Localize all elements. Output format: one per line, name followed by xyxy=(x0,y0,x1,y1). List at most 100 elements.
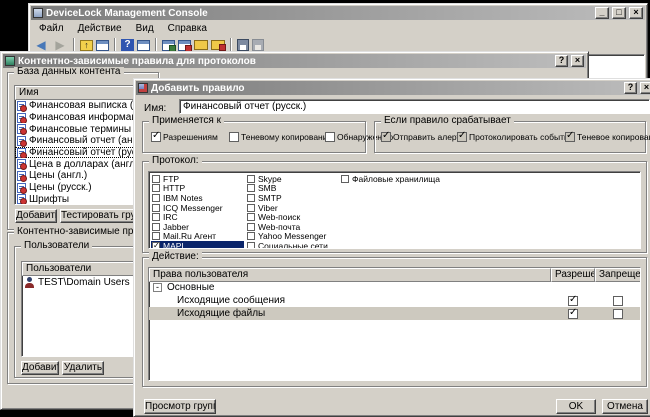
ok-button[interactable]: OK xyxy=(556,399,596,414)
rights-column-header[interactable]: Права пользователя xyxy=(149,268,551,282)
checkbox-icon[interactable] xyxy=(565,132,575,142)
menu-action[interactable]: Действие xyxy=(71,23,129,34)
open-folder-icon[interactable] xyxy=(194,40,208,50)
view-group-button[interactable]: Просмотр группы xyxy=(144,399,216,414)
menu-view[interactable]: Вид xyxy=(129,23,161,34)
show-window-icon[interactable] xyxy=(96,40,109,51)
rule-name-input[interactable] xyxy=(179,99,650,114)
allowed-checkbox[interactable] xyxy=(568,309,578,319)
trigger-option-shadow-copy[interactable]: Теневое копирование xyxy=(565,132,650,142)
protocol-item[interactable]: Web-поиск xyxy=(246,212,358,222)
up-one-level-icon[interactable]: ↑ xyxy=(80,40,93,51)
action-group: Действие: Права пользователя Разрешено З… xyxy=(142,257,647,387)
help-button[interactable]: ? xyxy=(555,55,568,67)
add-content-group-button[interactable]: Добавить xyxy=(15,209,57,223)
load-rules-icon[interactable] xyxy=(211,40,225,50)
save-icon[interactable] xyxy=(237,39,249,51)
console-titlebar[interactable]: DeviceLock Management Console _ □ × xyxy=(31,6,645,20)
users-list-header[interactable]: Пользователи xyxy=(22,262,134,276)
protocol-item[interactable]: HTTP xyxy=(151,184,244,194)
close-button[interactable]: × xyxy=(571,55,584,67)
denied-checkbox[interactable] xyxy=(613,296,623,306)
protocol-item[interactable]: Социальные сети xyxy=(246,241,358,249)
users-group: Пользователи Пользователи TEST\Domain Us… xyxy=(14,246,148,378)
dialog-app-icon xyxy=(138,83,148,93)
cancel-button[interactable]: Отмена xyxy=(602,399,648,414)
protocol-checkbox[interactable] xyxy=(152,223,160,231)
protocol-item[interactable]: ICQ Messenger xyxy=(151,203,244,213)
protocol-checkbox[interactable] xyxy=(247,242,255,249)
protocol-item[interactable]: Web-почта xyxy=(246,222,358,232)
dialog-help-button[interactable]: ? xyxy=(624,82,637,94)
protocol-item[interactable]: MAPI xyxy=(151,241,244,249)
protocol-checkbox[interactable] xyxy=(152,175,160,183)
protocol-item[interactable]: Mail.Ru Агент xyxy=(151,232,244,242)
tree-expander-icon[interactable]: - xyxy=(153,283,162,292)
delete-user-button[interactable]: Удалить xyxy=(62,361,104,375)
delete-rule-icon[interactable] xyxy=(178,40,191,51)
checkbox-icon[interactable] xyxy=(151,132,161,142)
protocol-checkbox[interactable] xyxy=(247,223,255,231)
console-title: DeviceLock Management Console xyxy=(46,8,592,19)
protocol-item[interactable]: SMTP xyxy=(246,193,358,203)
close-button[interactable]: × xyxy=(629,7,643,19)
checkbox-icon[interactable] xyxy=(325,132,335,142)
protocol-checkbox[interactable] xyxy=(247,204,255,212)
protocol-checkbox[interactable] xyxy=(152,184,160,192)
save-as-icon[interactable] xyxy=(252,39,264,51)
protocol-item[interactable]: FTP xyxy=(151,174,244,184)
protocol-checkbox[interactable] xyxy=(341,175,349,183)
dialog-titlebar[interactable]: Добавить правило ? × xyxy=(136,81,650,95)
protocol-label: Viber xyxy=(258,203,278,213)
protocol-checkbox[interactable] xyxy=(247,175,255,183)
protocol-checkbox[interactable] xyxy=(247,232,255,240)
user-right-row[interactable]: -Основные xyxy=(149,281,640,294)
add-user-button[interactable]: Добавить xyxy=(21,361,59,375)
allowed-column-header[interactable]: Разрешено xyxy=(551,268,595,282)
content-group-icon xyxy=(17,136,26,146)
rule-trigger-label: Если правило срабатывает xyxy=(381,116,514,126)
checkbox-icon[interactable] xyxy=(229,132,239,142)
denied-checkbox[interactable] xyxy=(613,309,623,319)
checkbox-icon[interactable] xyxy=(457,132,467,142)
help-icon[interactable]: ? xyxy=(121,39,134,51)
trigger-option-alert[interactable]: Отправить алерт xyxy=(381,132,460,142)
properties-icon[interactable] xyxy=(137,40,150,51)
protocol-checkbox[interactable] xyxy=(152,232,160,240)
allowed-checkbox[interactable] xyxy=(568,296,578,306)
protocol-checkbox[interactable] xyxy=(247,213,255,221)
protocol-checkbox[interactable] xyxy=(152,194,160,202)
user-right-row[interactable]: Исходящие сообщения xyxy=(149,294,640,307)
protocol-item[interactable]: Файловые хранилища xyxy=(340,174,500,184)
content-group-icon xyxy=(17,124,26,134)
user-right-label: Исходящие файлы xyxy=(149,308,265,319)
content-group-icon xyxy=(17,159,26,169)
content-group-icon xyxy=(17,148,26,158)
protocol-checkbox[interactable] xyxy=(247,194,255,202)
minimize-button[interactable]: _ xyxy=(595,7,609,19)
protocol-item[interactable]: IRC xyxy=(151,212,244,222)
denied-column-header[interactable]: Запрещено xyxy=(595,268,641,282)
user-right-row[interactable]: Исходящие файлы xyxy=(149,307,640,320)
protocol-checkbox[interactable] xyxy=(247,184,255,192)
protocol-item[interactable]: IBM Notes xyxy=(151,193,244,203)
export-list-icon[interactable] xyxy=(162,40,175,51)
protocol-item[interactable]: Viber xyxy=(246,203,358,213)
protocol-checkbox[interactable] xyxy=(152,204,160,212)
menu-help[interactable]: Справка xyxy=(161,23,214,34)
protocol-label: Mail.Ru Агент xyxy=(163,231,216,241)
protocol-checkbox[interactable] xyxy=(152,242,160,249)
dialog-close-button[interactable]: × xyxy=(640,82,650,94)
user-list-item[interactable]: TEST\Domain Users xyxy=(22,276,134,289)
maximize-button[interactable]: □ xyxy=(612,7,626,19)
protocol-item[interactable]: Yahoo Messenger xyxy=(246,232,358,242)
checkbox-icon[interactable] xyxy=(381,132,391,142)
toolbar-separator xyxy=(230,38,232,52)
protocol-item[interactable]: SMB xyxy=(246,184,358,194)
menu-file[interactable]: Файл xyxy=(32,23,71,34)
protocol-checkbox[interactable] xyxy=(152,213,160,221)
trigger-option-log-event[interactable]: Протоколировать событие xyxy=(457,132,573,142)
applies-option-permissions[interactable]: Разрешениям xyxy=(151,132,218,142)
protocol-item[interactable]: Jabber xyxy=(151,222,244,232)
applies-option-shadowing[interactable]: Теневому копированию xyxy=(229,132,334,142)
